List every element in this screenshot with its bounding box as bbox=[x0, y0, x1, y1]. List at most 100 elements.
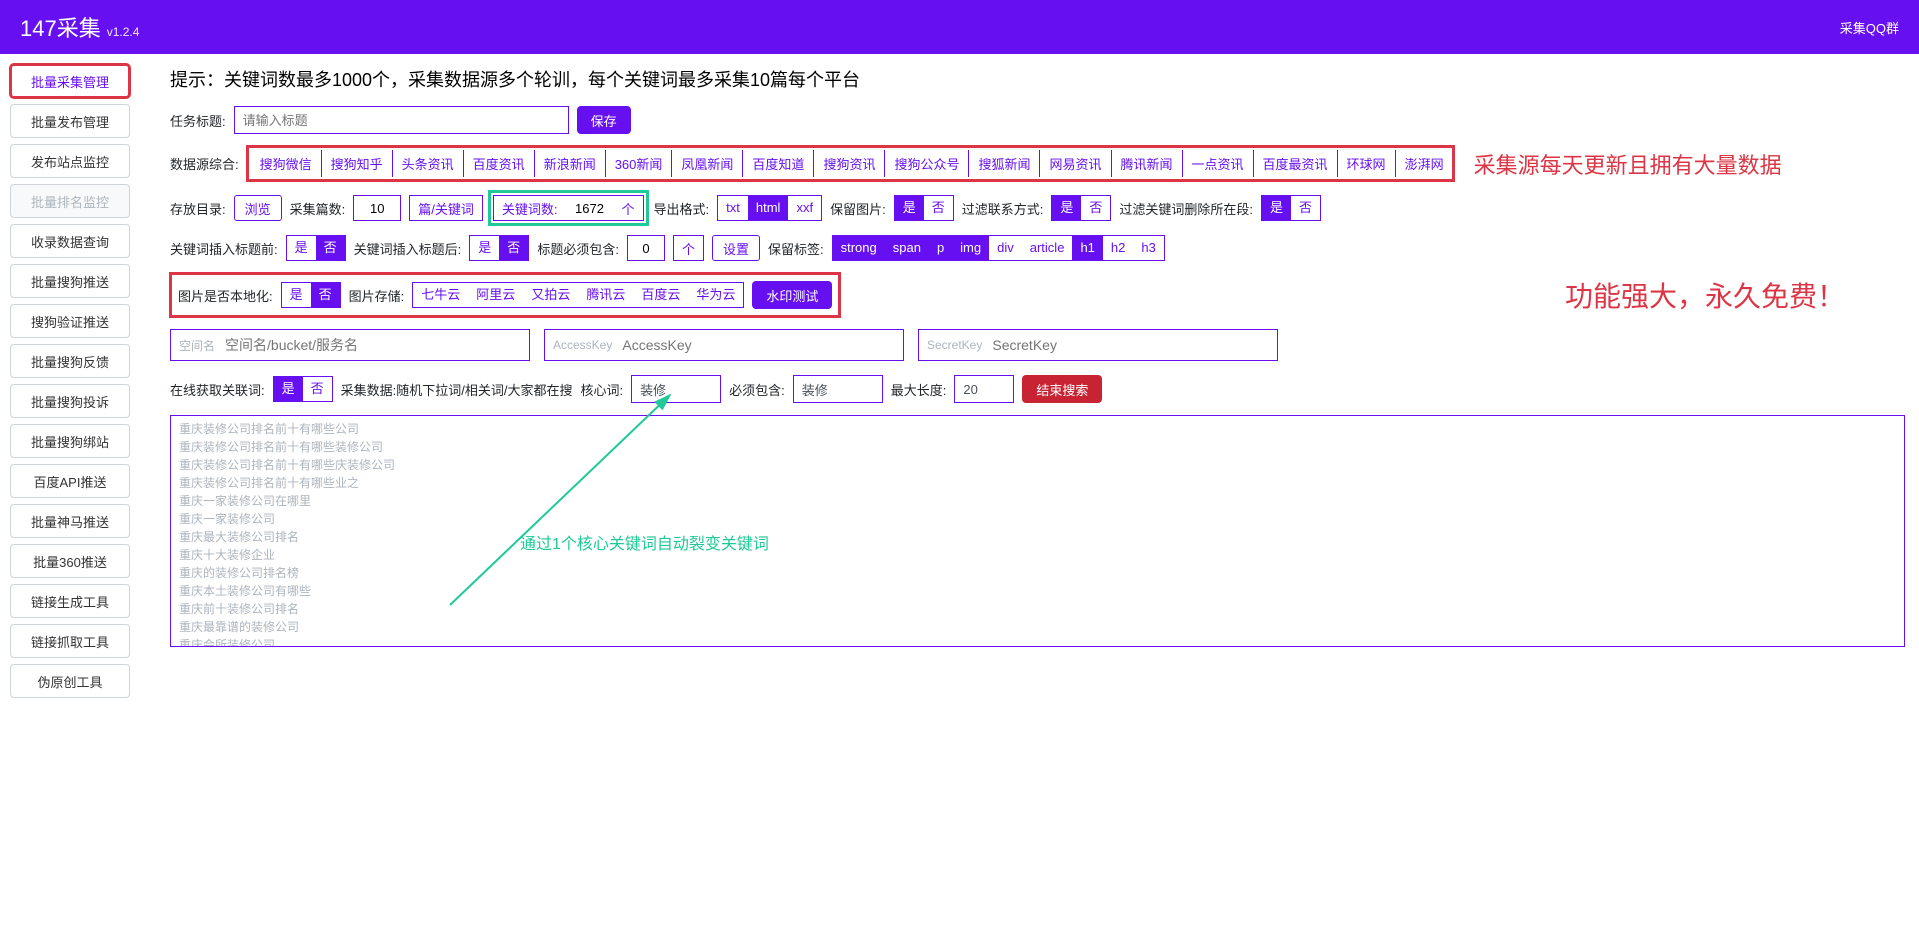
no-option[interactable]: 否 bbox=[1081, 196, 1110, 220]
sidebar-item-2[interactable]: 发布站点监控 bbox=[10, 144, 130, 178]
browse-button[interactable]: 浏览 bbox=[234, 195, 282, 221]
insert-after-label: 关键词插入标题后: bbox=[354, 239, 462, 258]
keyword-line: 重庆装修公司排名前十有哪些庆装修公司 bbox=[179, 456, 1896, 474]
yes-option[interactable]: 是 bbox=[1262, 196, 1291, 220]
datasource-chip-3[interactable]: 百度资讯 bbox=[464, 150, 535, 177]
datasource-chip-16[interactable]: 澎湃网 bbox=[1396, 150, 1453, 177]
datasource-chip-15[interactable]: 环球网 bbox=[1338, 150, 1396, 177]
end-search-button[interactable]: 结束搜索 bbox=[1022, 375, 1102, 403]
tag-h1[interactable]: h1 bbox=[1072, 236, 1102, 260]
yes-option[interactable]: 是 bbox=[274, 377, 303, 401]
datasource-chip-4[interactable]: 新浪新闻 bbox=[535, 150, 606, 177]
sidebar-item-3: 批量排名监控 bbox=[10, 184, 130, 218]
yes-option[interactable]: 是 bbox=[895, 196, 924, 220]
must-input[interactable] bbox=[793, 375, 883, 403]
keyword-textarea[interactable]: 重庆装修公司排名前十有哪些公司重庆装修公司排名前十有哪些装修公司重庆装修公司排名… bbox=[170, 415, 1905, 647]
export-format-seg: txthtmlxxf bbox=[717, 195, 822, 221]
accesskey-field[interactable]: AccessKey bbox=[544, 329, 904, 361]
sidebar-item-0[interactable]: 批量采集管理 bbox=[10, 64, 130, 98]
datasource-chip-11[interactable]: 网易资讯 bbox=[1040, 150, 1111, 177]
datasource-chip-6[interactable]: 凤凰新闻 bbox=[672, 150, 743, 177]
set-button[interactable]: 设置 bbox=[712, 235, 760, 261]
yes-option[interactable]: 是 bbox=[1052, 196, 1081, 220]
sidebar-item-12[interactable]: 批量360推送 bbox=[10, 544, 130, 578]
fmt-html[interactable]: html bbox=[748, 196, 789, 220]
local-image-seg: 是否 bbox=[281, 282, 341, 308]
save-button[interactable]: 保存 bbox=[577, 106, 631, 134]
sidebar-item-14[interactable]: 链接抓取工具 bbox=[10, 624, 130, 658]
tag-h3[interactable]: h3 bbox=[1133, 236, 1163, 260]
bucket-field[interactable]: 空间名 bbox=[170, 329, 530, 361]
title-must-label: 标题必须包含: bbox=[537, 239, 619, 258]
keyword-line: 重庆装修公司排名前十有哪些业之 bbox=[179, 474, 1896, 492]
core-input[interactable] bbox=[631, 375, 721, 403]
header-qq-link[interactable]: 采集QQ群 bbox=[1840, 18, 1899, 37]
app-header: 147采集 v1.2.4 采集QQ群 bbox=[0, 0, 1919, 54]
tag-strong[interactable]: strong bbox=[833, 236, 885, 260]
datasource-chip-12[interactable]: 腾讯新闻 bbox=[1112, 150, 1183, 177]
datasource-chip-14[interactable]: 百度最资讯 bbox=[1254, 150, 1338, 177]
no-option[interactable]: 否 bbox=[316, 236, 345, 260]
datasource-chip-9[interactable]: 搜狗公众号 bbox=[885, 150, 969, 177]
keyword-line: 重庆会所装修公司 bbox=[179, 636, 1896, 647]
tag-h2[interactable]: h2 bbox=[1103, 236, 1133, 260]
tag-div[interactable]: div bbox=[989, 236, 1022, 260]
keyword-count-label: 关键词数: bbox=[493, 195, 566, 221]
datasource-chip-0[interactable]: 搜狗微信 bbox=[251, 150, 322, 177]
datasource-chip-7[interactable]: 百度知道 bbox=[743, 150, 814, 177]
datasource-chip-13[interactable]: 一点资讯 bbox=[1183, 150, 1254, 177]
sidebar-item-15[interactable]: 伪原创工具 bbox=[10, 664, 130, 698]
maxlen-label: 最大长度: bbox=[891, 380, 947, 399]
datasource-chip-2[interactable]: 头条资讯 bbox=[393, 150, 464, 177]
sidebar-item-13[interactable]: 链接生成工具 bbox=[10, 584, 130, 618]
no-option[interactable]: 否 bbox=[311, 283, 340, 307]
store-5[interactable]: 华为云 bbox=[688, 283, 743, 307]
store-1[interactable]: 阿里云 bbox=[468, 283, 523, 307]
savedir-label: 存放目录: bbox=[170, 199, 226, 218]
core-label: 核心词: bbox=[581, 380, 624, 399]
store-2[interactable]: 又拍云 bbox=[523, 283, 578, 307]
keyword-line: 重庆一家装修公司 bbox=[179, 510, 1896, 528]
task-title-input[interactable] bbox=[234, 106, 569, 134]
sidebar-item-11[interactable]: 批量神马推送 bbox=[10, 504, 130, 538]
yes-option[interactable]: 是 bbox=[470, 236, 499, 260]
store-4[interactable]: 百度云 bbox=[633, 283, 688, 307]
keyword-line: 重庆一家装修公司在哪里 bbox=[179, 492, 1896, 510]
tag-span[interactable]: span bbox=[885, 236, 929, 260]
datasource-note: 采集源每天更新且拥有大量数据 bbox=[1474, 148, 1782, 180]
store-0[interactable]: 七牛云 bbox=[413, 283, 468, 307]
datasource-chip-1[interactable]: 搜狗知乎 bbox=[322, 150, 393, 177]
tag-img[interactable]: img bbox=[952, 236, 989, 260]
per-keyword-label: 篇/关键词 bbox=[409, 195, 483, 221]
sidebar-item-8[interactable]: 批量搜狗投诉 bbox=[10, 384, 130, 418]
task-title-label: 任务标题: bbox=[170, 111, 226, 130]
sidebar-item-5[interactable]: 批量搜狗推送 bbox=[10, 264, 130, 298]
maxlen-input[interactable] bbox=[954, 375, 1014, 403]
fmt-xxf[interactable]: xxf bbox=[788, 196, 821, 220]
no-option[interactable]: 否 bbox=[499, 236, 528, 260]
tag-p[interactable]: p bbox=[929, 236, 952, 260]
yes-option[interactable]: 是 bbox=[282, 283, 311, 307]
fmt-txt[interactable]: txt bbox=[718, 196, 748, 220]
sidebar-item-7[interactable]: 批量搜狗反馈 bbox=[10, 344, 130, 378]
datasource-chip-5[interactable]: 360新闻 bbox=[606, 150, 673, 177]
sidebar-item-6[interactable]: 搜狗验证推送 bbox=[10, 304, 130, 338]
store-3[interactable]: 腾讯云 bbox=[578, 283, 633, 307]
datasource-chip-8[interactable]: 搜狗资讯 bbox=[814, 150, 885, 177]
article-count-input[interactable] bbox=[353, 195, 401, 221]
watermark-test-button[interactable]: 水印测试 bbox=[752, 281, 832, 309]
no-option[interactable]: 否 bbox=[1291, 196, 1320, 220]
yes-option[interactable]: 是 bbox=[287, 236, 316, 260]
title-must-input[interactable] bbox=[627, 235, 665, 261]
sidebar-item-4[interactable]: 收录数据查询 bbox=[10, 224, 130, 258]
sidebar-item-10[interactable]: 百度API推送 bbox=[10, 464, 130, 498]
secretkey-field[interactable]: SecretKey bbox=[918, 329, 1278, 361]
no-option[interactable]: 否 bbox=[924, 196, 953, 220]
keyword-count-input[interactable] bbox=[566, 195, 614, 221]
tag-article[interactable]: article bbox=[1022, 236, 1073, 260]
no-option[interactable]: 否 bbox=[303, 377, 332, 401]
sidebar-item-1[interactable]: 批量发布管理 bbox=[10, 104, 130, 138]
must-label: 必须包含: bbox=[729, 380, 785, 399]
datasource-chip-10[interactable]: 搜狐新闻 bbox=[969, 150, 1040, 177]
sidebar-item-9[interactable]: 批量搜狗绑站 bbox=[10, 424, 130, 458]
